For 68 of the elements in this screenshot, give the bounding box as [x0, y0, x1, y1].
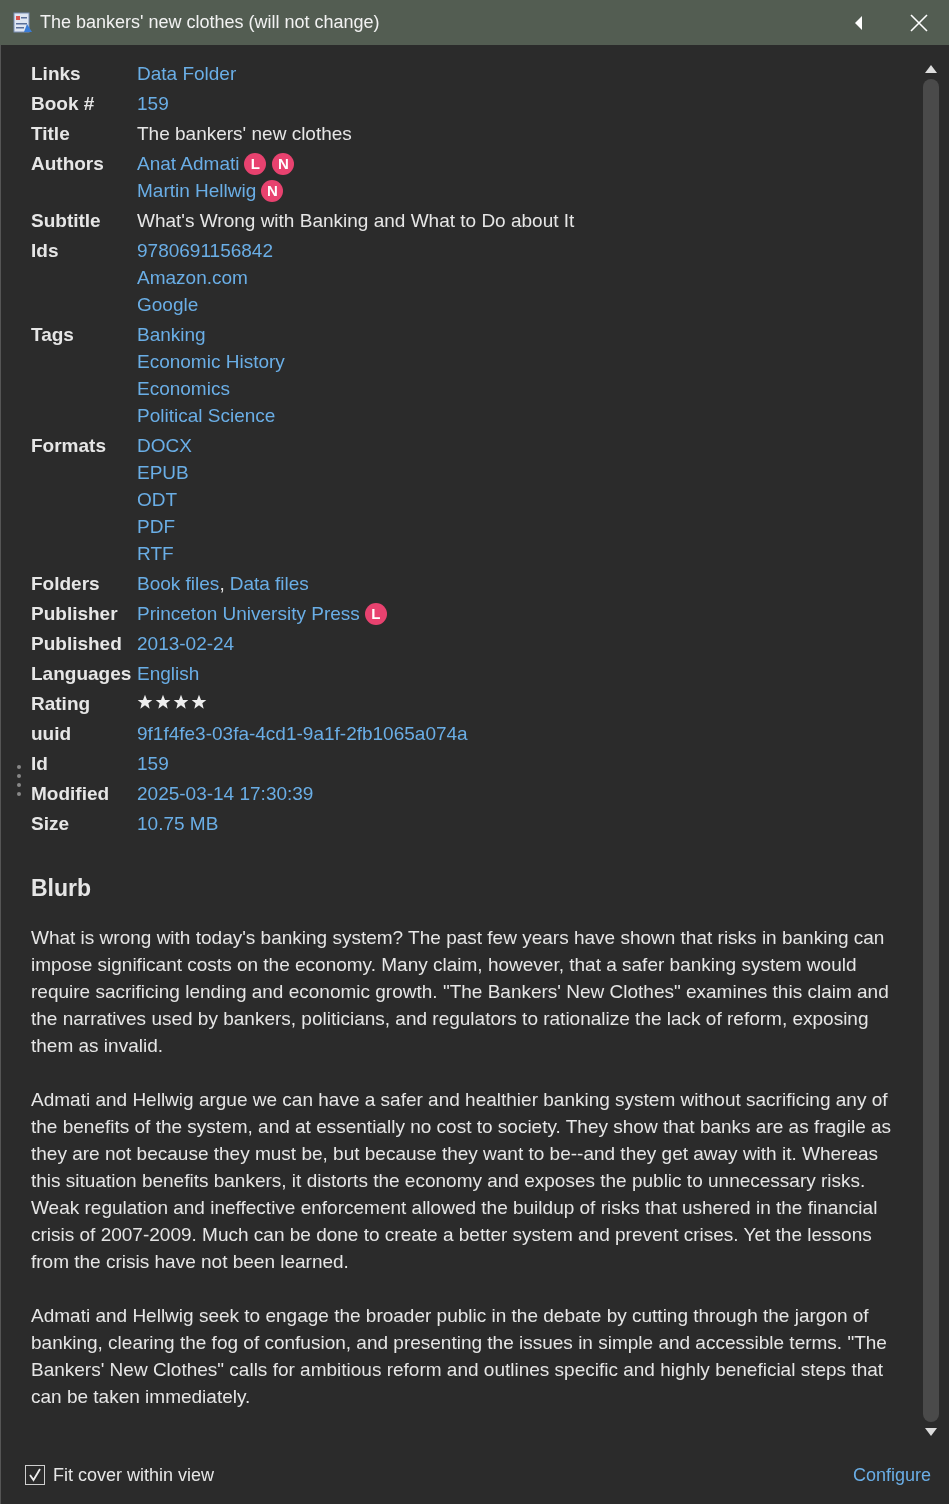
metadata-link[interactable]: Data files	[229, 572, 309, 595]
metadata-link[interactable]: Economic History	[137, 350, 285, 373]
field-label: Published	[31, 632, 123, 656]
link-badge[interactable]: N	[272, 152, 295, 175]
field-label: Title	[31, 122, 71, 146]
metadata-link[interactable]: Political Science	[137, 404, 276, 427]
star-icon	[173, 693, 189, 710]
metadata-link[interactable]: 10.75 MB	[137, 812, 219, 835]
star-icon	[155, 693, 171, 710]
field-label: Publisher	[31, 602, 119, 626]
metadata-link[interactable]: Book files	[137, 572, 220, 595]
fit-cover-checkbox[interactable]: Fit cover within view	[25, 1464, 215, 1486]
metadata-link[interactable]: Banking	[137, 323, 206, 346]
field-label: Authors	[31, 152, 105, 176]
star-icon	[137, 693, 153, 710]
blurb-paragraph: Admati and Hellwig argue we can have a safer and healthier banking system without sacrificing any of the benefits of the system, and at essentially no cost to society. They show that banks are as fragile as they are not because they must be, but because they want to be--and they get away with it. Whereas this situation benefits bankers, it distorts the economy and exposes the public to unnecessary risks. Weak regulation and ineffective enforcement allowed the buildup of risks that ushered in the financial crisis of 2007-2009. Much can be done to create a better system and prevent crises. Yet the lessons from the crisis have not been learned.	[31, 1088, 893, 1274]
field-label: Rating	[31, 692, 92, 716]
field-label: Size	[31, 812, 71, 836]
field-label: Tags	[31, 323, 75, 347]
blurb-paragraph: What is wrong with today's banking system? The past few years have shown that risks in banking can impose significant costs on the economy. Many claim, however, that a safer banking system would require sacrificing lending and economic growth. "The Bankers' New Clothes" examines this claim and the narratives used by bankers, politicians, and regulators to rationalize the lack of reform, exposing them as invalid.	[31, 926, 890, 1058]
field-label: Ids	[31, 239, 60, 263]
link-badge[interactable]: N	[261, 179, 284, 202]
field-label: Book #	[31, 92, 96, 116]
metadata-link[interactable]: ODT	[137, 488, 178, 511]
metadata-link[interactable]: 9f1f4fe3-03fa-4cd1-9a1f-2fb1065a074a	[137, 722, 468, 745]
metadata-link[interactable]: Martin Hellwig	[137, 179, 257, 202]
field-label: uuid	[31, 722, 73, 746]
metadata-link[interactable]: Google	[137, 293, 199, 316]
metadata-link[interactable]: 159	[137, 92, 169, 115]
book-list-icon	[12, 11, 34, 34]
metadata-value: ,	[219, 572, 225, 595]
metadata-link[interactable]: RTF	[137, 542, 174, 565]
link-badge[interactable]: L	[244, 152, 267, 175]
metadata-link[interactable]: Economics	[137, 377, 230, 400]
star-icon	[191, 693, 207, 710]
scroll-up-icon[interactable]	[925, 65, 937, 73]
metadata-link[interactable]: 2013-02-24	[137, 632, 235, 655]
close-icon[interactable]	[910, 13, 928, 32]
metadata-link[interactable]: Amazon.com	[137, 266, 248, 289]
blurb-paragraph: Admati and Hellwig seek to engage the broader public in the debate by cutting through the jargon of banking, clearing the fog of confusion, and presenting the issues in simple and accessible terms. "The Bankers' New Clothes" calls for ambitious reform and outlines specific and highly beneficial steps that can be taken immediately.	[31, 1304, 888, 1409]
link-badge[interactable]: L	[364, 602, 387, 625]
field-label: Languages	[31, 662, 133, 686]
field-label: Subtitle	[31, 209, 102, 233]
field-label: Id	[31, 752, 49, 776]
section-heading: Blurb	[31, 875, 93, 902]
field-label: Modified	[31, 782, 111, 806]
metadata-link[interactable]: Princeton University Press	[137, 602, 360, 625]
field-label: Folders	[31, 572, 101, 596]
metadata-link[interactable]: 9780691156842	[137, 239, 273, 262]
configure-link[interactable]: Configure	[852, 1464, 931, 1486]
metadata-link[interactable]: PDF	[137, 515, 175, 538]
drag-handle-icon[interactable]	[16, 764, 22, 798]
scroll-down-icon[interactable]	[925, 1428, 937, 1436]
metadata-link[interactable]: Anat Admati	[137, 152, 240, 175]
checkbox[interactable]	[25, 1465, 45, 1485]
metadata-link[interactable]: 2025-03-14 17:30:39	[137, 782, 314, 805]
metadata-link[interactable]: DOCX	[137, 434, 192, 457]
metadata-value: What's Wrong with Banking and What to Do about It	[137, 209, 575, 232]
field-label: Formats	[31, 434, 107, 458]
scrollbar-thumb[interactable]	[923, 79, 939, 1422]
metadata-link[interactable]: English	[137, 662, 200, 685]
metadata-link[interactable]: Data Folder	[137, 62, 237, 85]
caret-icon[interactable]	[855, 15, 863, 30]
metadata-link[interactable]: 159	[137, 752, 169, 775]
metadata-link[interactable]: EPUB	[137, 461, 189, 484]
window-title: The bankers' new clothes (will not change)	[40, 12, 381, 33]
metadata-value: The bankers' new clothes	[137, 122, 352, 145]
field-label: Links	[31, 62, 82, 86]
